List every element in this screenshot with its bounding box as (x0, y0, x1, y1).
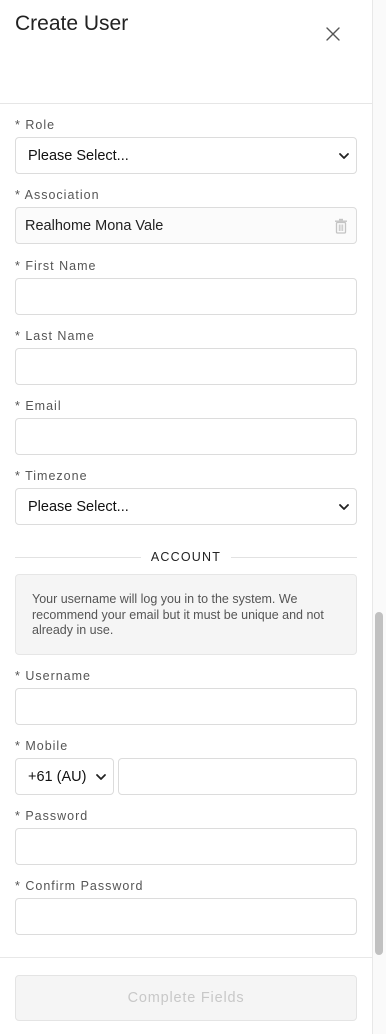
last-name-input[interactable] (15, 348, 357, 385)
email-input[interactable] (15, 418, 357, 455)
scrollbar-thumb[interactable] (375, 612, 383, 955)
email-label: * Email (15, 399, 62, 413)
first-name-input[interactable] (15, 278, 357, 315)
mobile-input[interactable] (118, 758, 357, 795)
complete-fields-button[interactable]: Complete Fields (15, 975, 357, 1021)
password-label: * Password (15, 809, 89, 823)
chevron-down-icon (95, 771, 107, 787)
role-select-value: Please Select... (28, 147, 129, 164)
country-code-value: +61 (AU) (28, 768, 87, 785)
last-name-label: * Last Name (15, 329, 95, 343)
username-label: * Username (15, 669, 91, 683)
first-name-label: * First Name (15, 259, 97, 273)
account-info-box: Your username will log you in to the sys… (15, 574, 357, 655)
association-label: * Association (15, 188, 100, 202)
create-user-panel: Create User * Role Please Select... * As… (0, 0, 372, 1034)
country-code-select[interactable]: +61 (AU) (15, 758, 114, 795)
chevron-down-icon (338, 501, 350, 517)
username-input[interactable] (15, 688, 357, 725)
chevron-down-icon (338, 150, 350, 166)
page-title: Create User (15, 12, 129, 35)
association-value: Realhome Mona Vale (25, 217, 164, 234)
timezone-select-value: Please Select... (28, 498, 129, 515)
timezone-label: * Timezone (15, 469, 88, 483)
confirm-password-label: * Confirm Password (15, 879, 144, 893)
mobile-label: * Mobile (15, 739, 69, 753)
close-icon[interactable] (321, 22, 345, 46)
trash-icon[interactable] (334, 218, 348, 238)
account-section-title: ACCOUNT (140, 550, 232, 564)
footer-divider (0, 957, 372, 958)
timezone-select[interactable]: Please Select... (15, 488, 357, 525)
role-label: * Role (15, 118, 56, 132)
association-field[interactable]: Realhome Mona Vale (15, 207, 357, 244)
role-select[interactable]: Please Select... (15, 137, 357, 174)
account-section-divider: ACCOUNT (15, 549, 357, 565)
confirm-password-input[interactable] (15, 898, 357, 935)
password-input[interactable] (15, 828, 357, 865)
panel-header: Create User (0, 0, 372, 104)
